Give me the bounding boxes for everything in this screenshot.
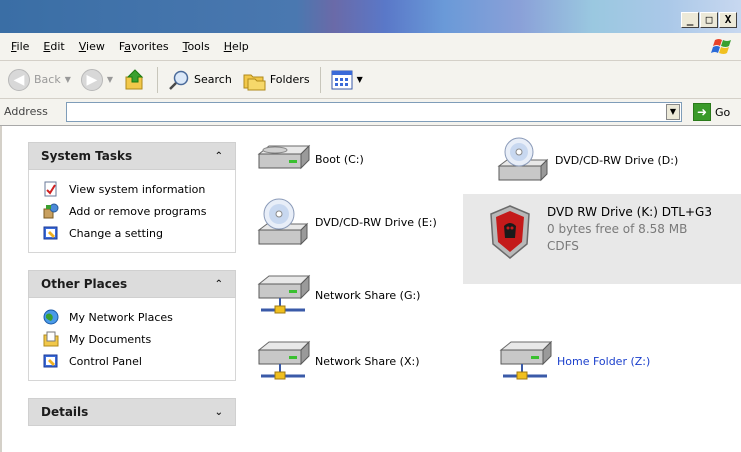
menu-file[interactable]: File xyxy=(4,40,36,53)
task-change-setting[interactable]: Change a setting xyxy=(43,222,235,244)
kingston-drive-icon xyxy=(490,205,530,259)
task-pane: System Tasks ⌃ View system information A… xyxy=(0,126,247,452)
address-bar: Address ▼ ➜ Go xyxy=(0,99,741,126)
back-label: Back xyxy=(34,73,61,86)
go-arrow-icon: ➜ xyxy=(693,103,711,121)
system-info-icon xyxy=(44,181,57,197)
address-label: Address xyxy=(4,105,48,118)
folders-button[interactable]: Folders xyxy=(238,65,314,95)
up-folder-button[interactable] xyxy=(119,65,151,95)
address-dropdown-icon[interactable]: ▼ xyxy=(666,104,680,120)
other-places-header[interactable]: Other Places ⌃ xyxy=(28,270,236,298)
drive-dvd-e[interactable]: DVD/CD-RW Drive (E:) xyxy=(255,196,437,248)
folders-icon xyxy=(243,74,266,90)
details-header[interactable]: Details ⌄ xyxy=(28,398,236,426)
collapse-chevron-icon[interactable]: ⌃ xyxy=(215,279,223,290)
go-label: Go xyxy=(715,105,731,119)
forward-button[interactable]: ▶ ▼ xyxy=(77,65,117,95)
change-setting-icon xyxy=(43,226,58,240)
drive-label: Network Share (X:) xyxy=(315,354,420,368)
search-icon xyxy=(169,70,189,90)
menu-favorites[interactable]: Favorites xyxy=(112,40,176,53)
forward-dropdown-icon[interactable]: ▼ xyxy=(107,75,113,84)
system-tasks-title: System Tasks xyxy=(41,149,133,163)
other-places-body: My Network Places My Documents Control P… xyxy=(28,298,236,381)
up-folder-icon xyxy=(125,68,144,89)
minimize-button[interactable]: _ xyxy=(681,12,699,28)
drive-label: DVD/CD-RW Drive (D:) xyxy=(555,153,679,167)
drive-network-g[interactable]: Network Share (G:) xyxy=(255,274,420,316)
system-tasks-header[interactable]: System Tasks ⌃ xyxy=(28,142,236,170)
forward-arrow-icon: ▶ xyxy=(80,68,103,91)
drive-filesystem: CDFS xyxy=(547,239,579,253)
network-drive-icon xyxy=(257,274,311,314)
menu-tools[interactable]: Tools xyxy=(176,40,217,53)
other-places-title: Other Places xyxy=(41,277,128,291)
title-bar: _ □ X xyxy=(0,0,741,33)
place-control-panel[interactable]: Control Panel xyxy=(43,350,235,372)
views-dropdown-icon[interactable]: ▼ xyxy=(357,75,363,84)
drive-label: DVD RW Drive (K:) DTL+G3 xyxy=(547,205,712,219)
add-remove-programs-icon xyxy=(43,203,59,219)
toolbar: ◀ Back ▼ ▶ ▼ Search Folders ▼ xyxy=(0,61,741,99)
details-panel: Details ⌄ xyxy=(28,398,236,426)
place-label: My Network Places xyxy=(69,310,173,324)
menu-help[interactable]: Help xyxy=(217,40,256,53)
back-dropdown-icon[interactable]: ▼ xyxy=(65,75,71,84)
task-add-remove-programs[interactable]: Add or remove programs xyxy=(43,200,235,222)
go-button[interactable]: ➜ Go xyxy=(693,103,730,121)
hard-drive-icon xyxy=(257,144,311,170)
kingston-drive-details: DVD RW Drive (K:) DTL+G3 0 bytes free of… xyxy=(547,204,712,255)
views-button[interactable]: ▼ xyxy=(327,65,367,95)
drive-label: Network Share (G:) xyxy=(315,288,421,302)
drives-view: Boot (C:) DVD/CD-RW Drive (D:) DVD/CD-RW… xyxy=(247,126,741,452)
back-arrow-icon: ◀ xyxy=(8,68,30,91)
task-label: Add or remove programs xyxy=(69,204,207,218)
task-label: View system information xyxy=(69,182,206,196)
drive-dvd-rw-k[interactable]: DVD RW Drive (K:) DTL+G3 0 bytes free of… xyxy=(463,194,741,284)
window-controls: _ □ X xyxy=(681,12,737,28)
network-drive-icon xyxy=(499,340,553,380)
address-input[interactable] xyxy=(66,102,682,122)
windows-logo-icon xyxy=(711,39,731,54)
control-panel-icon xyxy=(43,354,58,368)
collapse-chevron-icon[interactable]: ⌃ xyxy=(215,151,223,162)
place-label: My Documents xyxy=(69,332,152,346)
dvd-drive-icon xyxy=(497,137,549,182)
drive-label: DVD/CD-RW Drive (E:) xyxy=(315,215,437,229)
drive-label: Boot (C:) xyxy=(315,152,364,166)
views-icon xyxy=(331,70,353,89)
expand-chevron-icon[interactable]: ⌄ xyxy=(215,407,223,418)
drive-free-space: 0 bytes free of 8.58 MB xyxy=(547,222,688,236)
back-button[interactable]: ◀ Back ▼ xyxy=(4,65,75,95)
place-label: Control Panel xyxy=(69,354,142,368)
drive-label: Home Folder (Z:) xyxy=(557,354,651,368)
search-label: Search xyxy=(194,73,232,86)
drive-home-z[interactable]: Home Folder (Z:) xyxy=(497,340,650,382)
drive-network-x[interactable]: Network Share (X:) xyxy=(255,340,420,382)
toolbar-separator xyxy=(157,66,159,93)
place-my-network-places[interactable]: My Network Places xyxy=(43,306,235,328)
details-title: Details xyxy=(41,405,89,419)
search-button[interactable]: Search xyxy=(164,65,236,95)
network-places-icon xyxy=(43,309,59,325)
menu-view[interactable]: View xyxy=(72,40,112,53)
toolbar-separator xyxy=(319,66,321,93)
task-label: Change a setting xyxy=(69,226,163,240)
drive-boot-c[interactable]: Boot (C:) xyxy=(255,144,364,174)
menu-edit[interactable]: Edit xyxy=(36,40,71,53)
task-view-system-info[interactable]: View system information xyxy=(43,178,235,200)
other-places-panel: Other Places ⌃ My Network Places My Docu… xyxy=(28,270,236,381)
system-tasks-body: View system information Add or remove pr… xyxy=(28,170,236,253)
my-documents-icon xyxy=(43,331,59,347)
place-my-documents[interactable]: My Documents xyxy=(43,328,235,350)
folders-label: Folders xyxy=(269,73,310,86)
system-tasks-panel: System Tasks ⌃ View system information A… xyxy=(28,142,236,253)
menu-bar: File Edit View Favorites Tools Help xyxy=(0,33,741,61)
network-drive-icon xyxy=(257,340,311,380)
drive-dvd-d[interactable]: DVD/CD-RW Drive (D:) xyxy=(495,136,678,184)
maximize-button[interactable]: □ xyxy=(700,12,718,28)
dvd-drive-icon xyxy=(257,198,309,246)
close-button[interactable]: X xyxy=(719,12,737,28)
